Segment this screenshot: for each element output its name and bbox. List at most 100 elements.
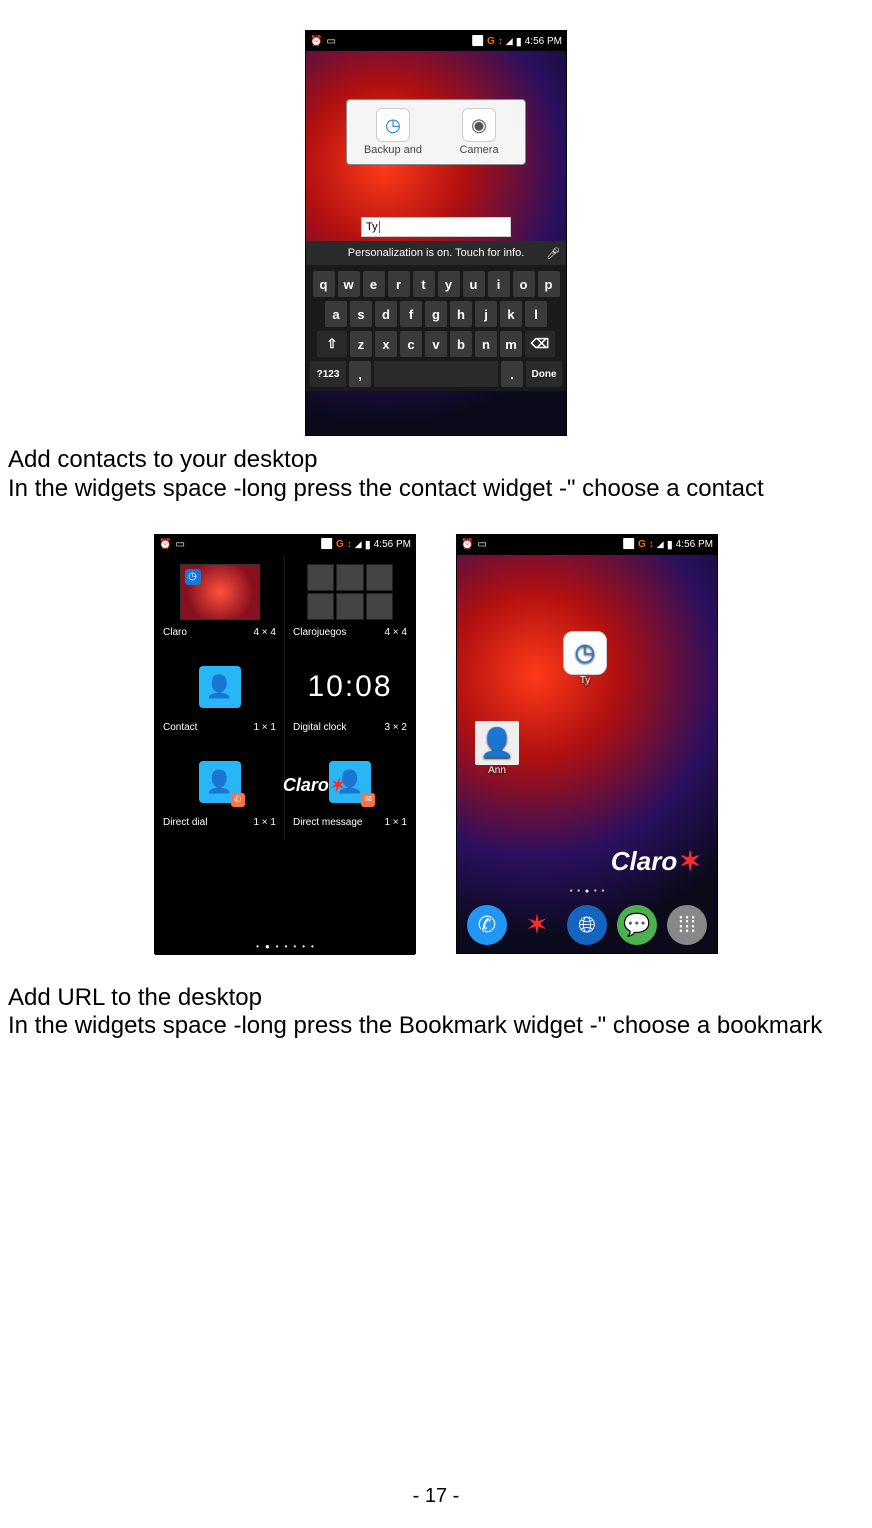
key-done[interactable]: Done bbox=[526, 361, 562, 387]
brand-overlay: Claro✶ bbox=[283, 775, 344, 796]
signal-icon bbox=[355, 539, 362, 550]
widget-meta: Direct dial 1 × 1 bbox=[161, 815, 278, 828]
pager-dot-icon: • bbox=[302, 942, 305, 951]
status-bar: G ↕ 4:56 PM bbox=[457, 535, 717, 555]
key-l[interactable]: l bbox=[525, 301, 547, 327]
key-v[interactable]: v bbox=[425, 331, 447, 357]
status-bar: G ↕ 4:56 PM bbox=[306, 31, 566, 51]
widget-meta: Digital clock 3 × 2 bbox=[291, 720, 409, 733]
dock-messages-icon[interactable]: 💬 bbox=[617, 905, 657, 945]
key-t[interactable]: t bbox=[413, 271, 435, 297]
icon-label: Ann bbox=[488, 765, 506, 776]
key-f[interactable]: f bbox=[400, 301, 422, 327]
key-a[interactable]: a bbox=[325, 301, 347, 327]
phone-screenshot-3: G ↕ 4:56 PM ◷ Ty 👤 Ann Claro ✶ bbox=[456, 534, 718, 954]
key-space[interactable] bbox=[374, 361, 498, 387]
network-label: G bbox=[336, 539, 344, 550]
widget-preview: 👤 bbox=[161, 654, 278, 720]
key-p[interactable]: p bbox=[538, 271, 560, 297]
search-input-value: Ty bbox=[366, 221, 378, 233]
status-left bbox=[461, 539, 487, 550]
signal-icon bbox=[657, 539, 664, 550]
status-right: G ↕ 4:56 PM bbox=[623, 538, 713, 551]
alarm-icon bbox=[461, 539, 473, 550]
home-icon-contact[interactable]: 👤 Ann bbox=[475, 721, 519, 776]
widgets-grid: ◷ Claro 4 × 4 bbox=[155, 555, 415, 935]
search-input[interactable]: Ty bbox=[361, 217, 511, 237]
status-left bbox=[159, 539, 185, 550]
key-h[interactable]: h bbox=[450, 301, 472, 327]
widget-meta: Clarojuegos 4 × 4 bbox=[291, 625, 409, 638]
key-s[interactable]: s bbox=[350, 301, 372, 327]
mic-icon[interactable]: 🎤︎ bbox=[546, 247, 560, 260]
key-symbols[interactable]: ?123 bbox=[310, 361, 346, 387]
key-g[interactable]: g bbox=[425, 301, 447, 327]
wifi-icon bbox=[623, 539, 635, 550]
result-camera[interactable]: ◉ Camera bbox=[441, 108, 517, 156]
key-comma[interactable]: , bbox=[349, 361, 371, 387]
widget-cell-digital-clock[interactable]: 10:08 Digital clock 3 × 2 bbox=[285, 650, 415, 745]
pager-dot-icon: • bbox=[577, 888, 579, 895]
dock-apps-icon[interactable]: ⁞⁞⁞ bbox=[667, 905, 707, 945]
info-text: Personalization is on. Touch for info. bbox=[348, 247, 525, 259]
key-shift[interactable]: ⇧ bbox=[317, 331, 347, 357]
personalization-bar[interactable]: Personalization is on. Touch for info. 🎤… bbox=[306, 241, 566, 265]
widget-name: Digital clock bbox=[293, 722, 346, 733]
pager-dot-icon: • bbox=[594, 888, 596, 895]
result-label: Camera bbox=[459, 144, 498, 156]
widget-cell-contact[interactable]: 👤 Contact 1 × 1 bbox=[155, 650, 285, 745]
battery-icon bbox=[667, 538, 673, 551]
key-x[interactable]: x bbox=[375, 331, 397, 357]
home-icon-clock[interactable]: ◷ Ty bbox=[563, 631, 607, 686]
widget-cell-clarojuegos[interactable]: Clarojuegos 4 × 4 bbox=[285, 555, 415, 650]
clock-text: 4:56 PM bbox=[525, 36, 562, 47]
widget-size: 1 × 1 bbox=[253, 817, 276, 828]
key-j[interactable]: j bbox=[475, 301, 497, 327]
key-z[interactable]: z bbox=[350, 331, 372, 357]
phone-screenshot-2: G ↕ 4:56 PM ◷ Cl bbox=[154, 534, 416, 954]
key-dot[interactable]: . bbox=[501, 361, 523, 387]
widget-preview: 10:08 bbox=[291, 654, 409, 720]
key-c[interactable]: c bbox=[400, 331, 422, 357]
phone-badge-icon: ✆ bbox=[231, 793, 245, 807]
key-backspace[interactable]: ⌫ bbox=[525, 331, 555, 357]
widget-meta: Direct message 1 × 1 bbox=[291, 815, 409, 828]
home-pager: ••●•• bbox=[457, 888, 717, 895]
key-r[interactable]: r bbox=[388, 271, 410, 297]
network-arrows-icon: ↕ bbox=[649, 539, 654, 550]
key-u[interactable]: u bbox=[463, 271, 485, 297]
pager-dot-icon: ● bbox=[585, 888, 589, 895]
pager-dot-icon: • bbox=[285, 942, 288, 951]
key-d[interactable]: d bbox=[375, 301, 397, 327]
brand-text: Claro bbox=[611, 846, 677, 877]
backup-icon: ◷ bbox=[376, 108, 410, 142]
key-n[interactable]: n bbox=[475, 331, 497, 357]
key-w[interactable]: w bbox=[338, 271, 360, 297]
instruction-heading-1: Add contacts to your desktop bbox=[8, 446, 864, 475]
result-backup[interactable]: ◷ Backup and bbox=[355, 108, 431, 156]
key-o[interactable]: o bbox=[513, 271, 535, 297]
pager-dot-icon: • bbox=[256, 942, 259, 951]
wifi-icon bbox=[472, 36, 484, 47]
key-m[interactable]: m bbox=[500, 331, 522, 357]
widget-name: Direct dial bbox=[163, 817, 207, 828]
key-e[interactable]: e bbox=[363, 271, 385, 297]
dock-browser-icon[interactable]: 🌐︎ bbox=[567, 905, 607, 945]
key-i[interactable]: i bbox=[488, 271, 510, 297]
widget-cell-claro[interactable]: ◷ Claro 4 × 4 bbox=[155, 555, 285, 650]
status-right: G ↕ 4:56 PM bbox=[321, 538, 411, 551]
key-k[interactable]: k bbox=[500, 301, 522, 327]
widget-cell-direct-dial[interactable]: 👤✆ Direct dial 1 × 1 Claro✶ bbox=[155, 745, 285, 840]
status-right: G ↕ 4:56 PM bbox=[472, 35, 562, 48]
icon-label: Ty bbox=[580, 675, 591, 686]
key-q[interactable]: q bbox=[313, 271, 335, 297]
battery-icon bbox=[365, 538, 371, 551]
key-y[interactable]: y bbox=[438, 271, 460, 297]
dock: ✆ ✶ 🌐︎ 💬 ⁞⁞⁞ bbox=[457, 901, 717, 949]
sim-icon bbox=[175, 539, 184, 550]
dock-phone-icon[interactable]: ✆ bbox=[467, 905, 507, 945]
kb-row-4: ?123 , . Done bbox=[310, 361, 562, 387]
widget-preview: ◷ bbox=[161, 559, 278, 625]
dock-claro-icon[interactable]: ✶ bbox=[517, 905, 557, 945]
key-b[interactable]: b bbox=[450, 331, 472, 357]
